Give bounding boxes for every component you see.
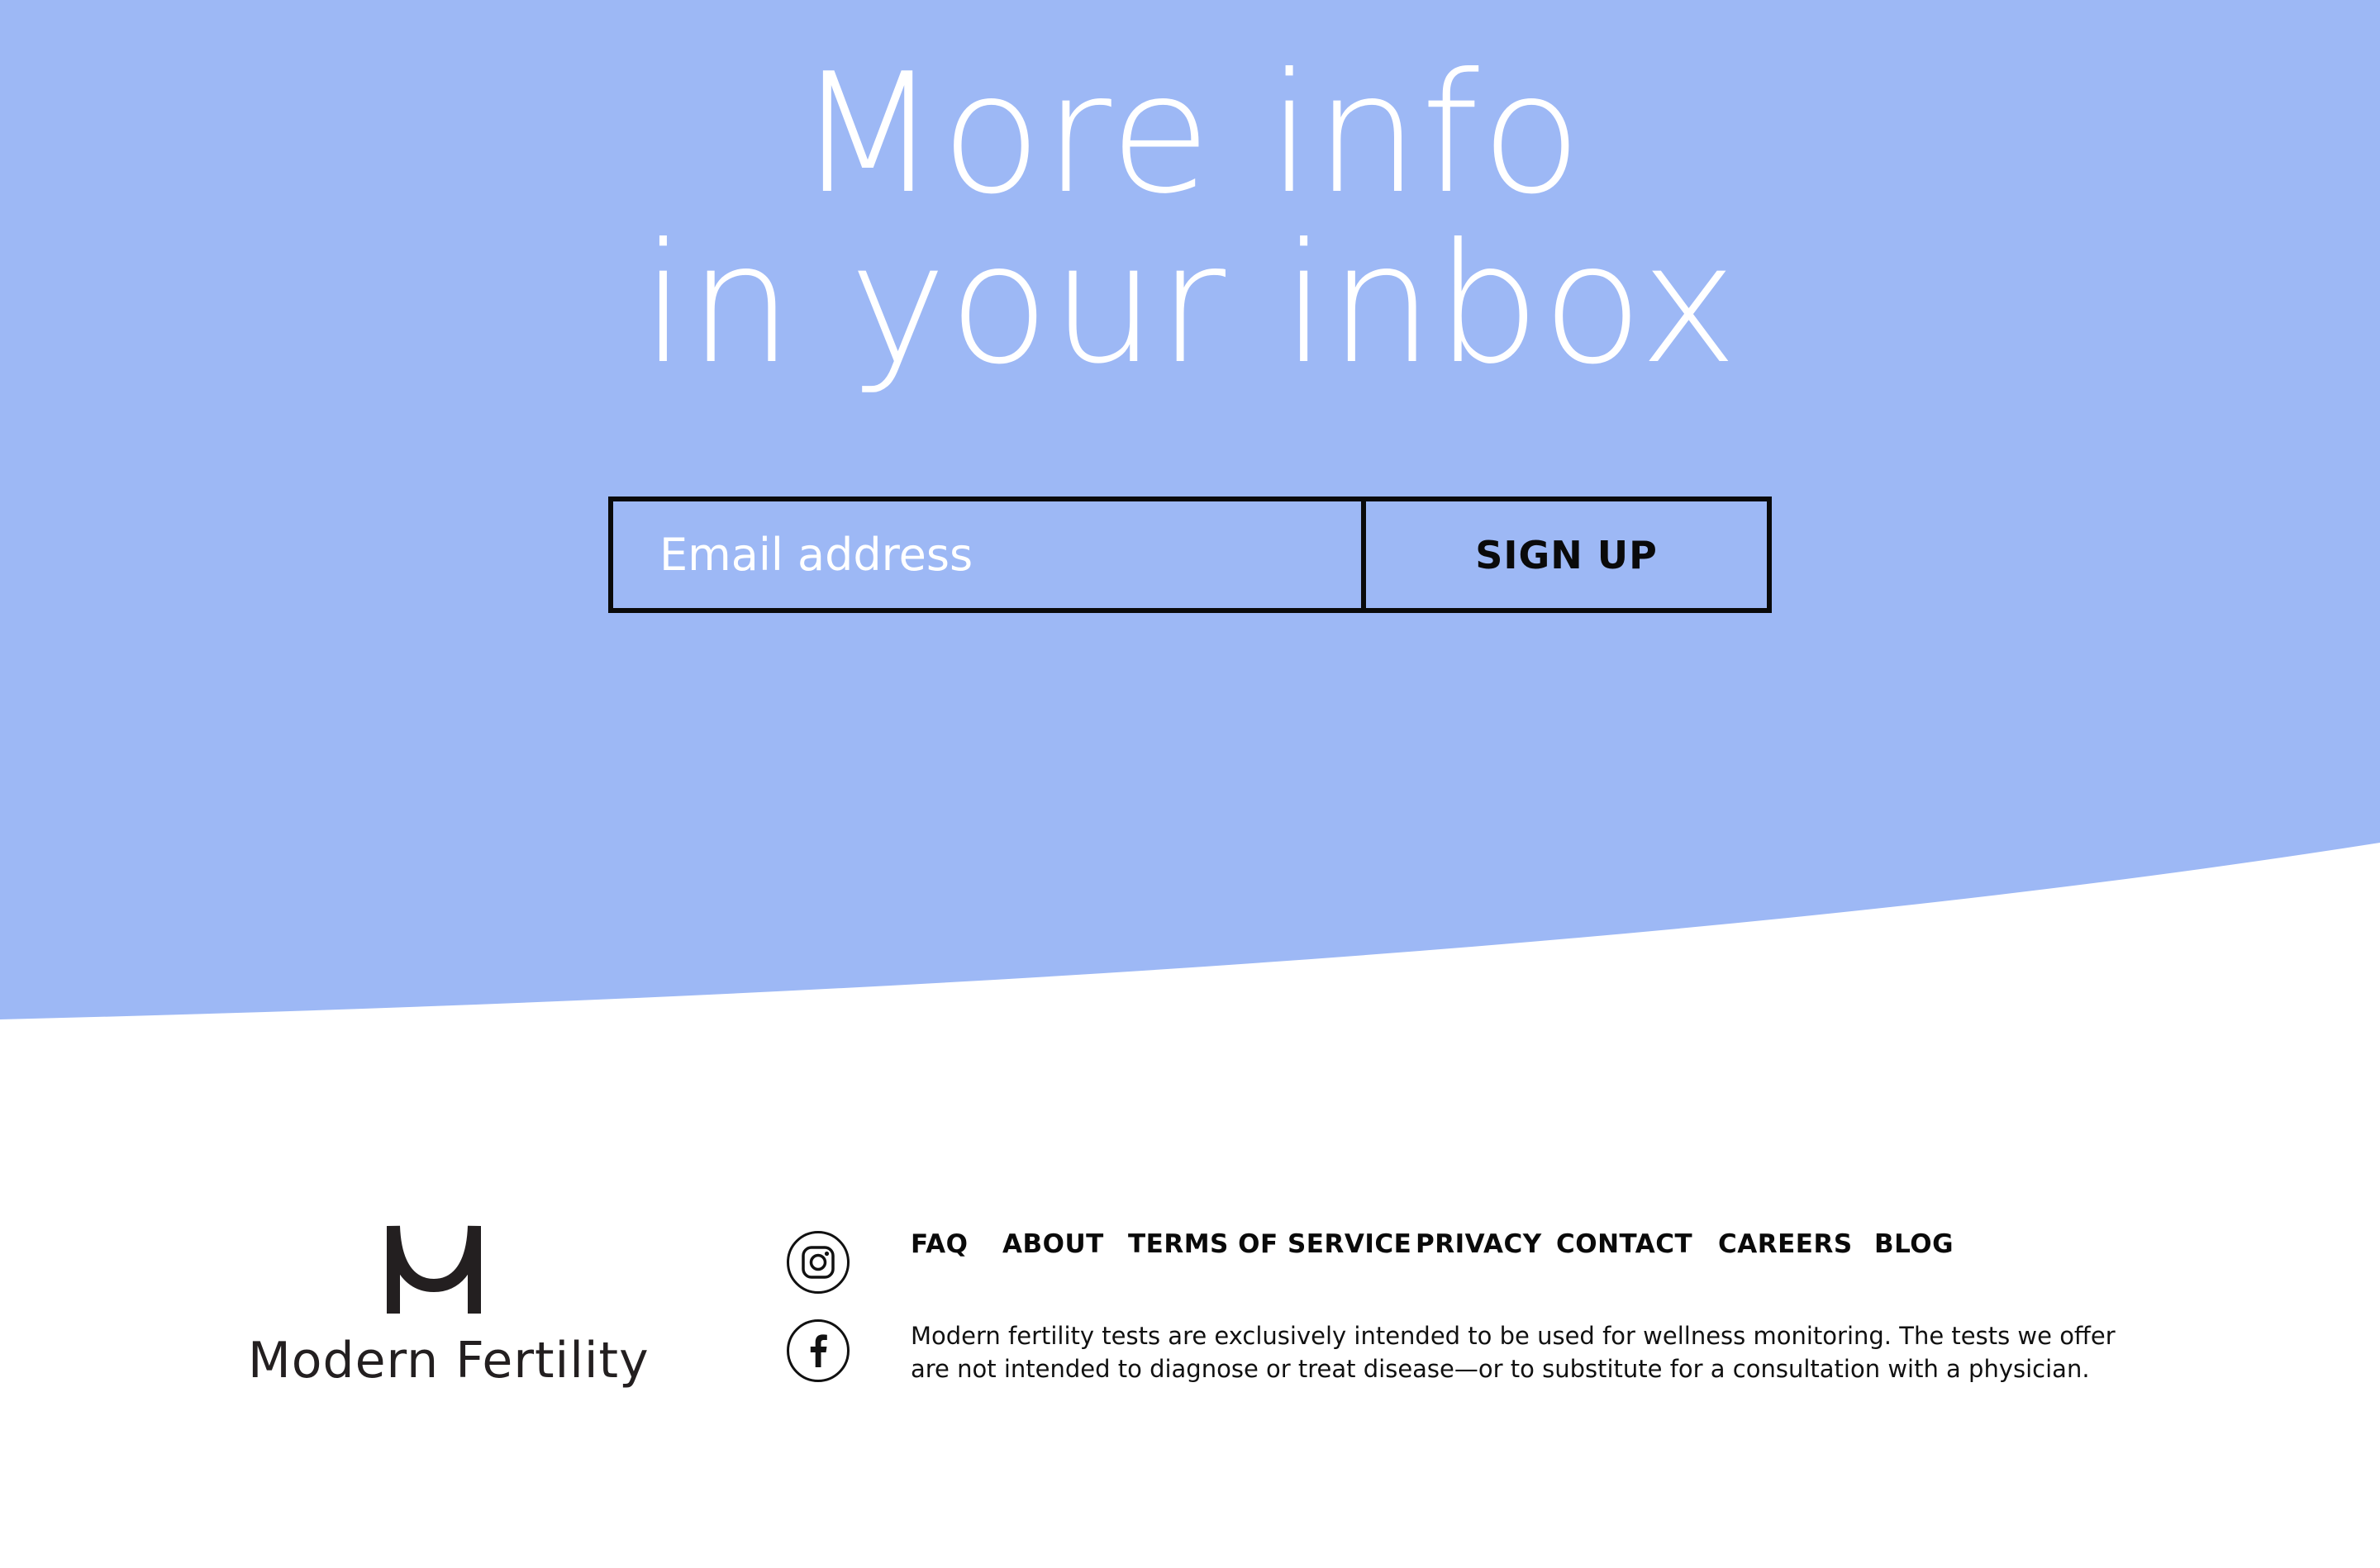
footer-disclaimer-line-1: Modern fertility tests are exclusively i… (911, 1322, 2116, 1350)
footer-disclaimer-line-2: are not intended to diagnose or treat di… (911, 1355, 2090, 1383)
footer-brand-logo[interactable]: Modern Fertility (248, 1223, 650, 1413)
footer-link-careers[interactable]: CAREERS (1718, 1229, 1853, 1259)
hero-headline-line-1: More info (796, 38, 1584, 230)
footer-link-contact[interactable]: CONTACT (1556, 1229, 1692, 1259)
facebook-icon[interactable] (786, 1319, 850, 1383)
modern-fertility-m-logo-icon (387, 1225, 481, 1314)
email-input[interactable] (613, 501, 1366, 608)
footer-link-faq[interactable]: FAQ (911, 1229, 968, 1259)
footer-link-about[interactable]: ABOUT (1002, 1229, 1104, 1259)
footer-link-terms-of-service[interactable]: TERMS OF SERVICE (1128, 1229, 1411, 1259)
brand-name: Modern Fertility (248, 1332, 650, 1390)
newsletter-signup-form: SIGN UP (608, 497, 1772, 613)
page: More info in your inbox SIGN UP Modern F… (0, 0, 2380, 1568)
hero-headline-line-2: in your inbox (640, 208, 1740, 401)
footer-link-blog[interactable]: BLOG (1874, 1229, 1954, 1259)
hero-headline: More info in your inbox (0, 50, 2380, 390)
footer-link-privacy[interactable]: PRIVACY (1416, 1229, 1542, 1259)
sign-up-button[interactable]: SIGN UP (1366, 501, 1767, 608)
footer-disclaimer: Modern fertility tests are exclusively i… (911, 1319, 2116, 1385)
instagram-icon[interactable] (786, 1230, 850, 1295)
